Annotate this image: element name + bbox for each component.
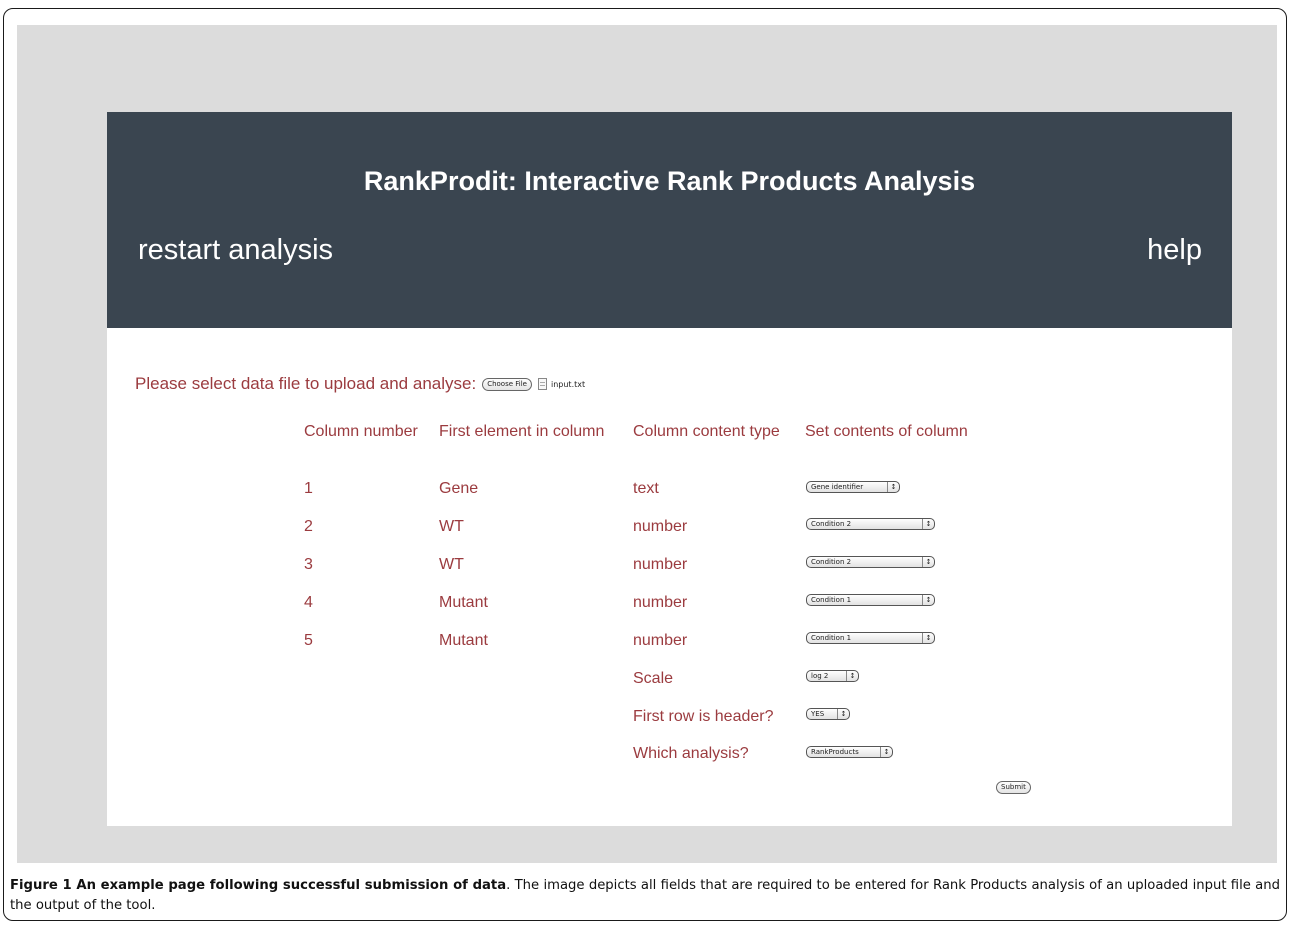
file-icon — [537, 378, 547, 390]
header-row-select[interactable]: YES ↕ — [806, 708, 850, 720]
updown-arrows-icon: ↕ — [887, 482, 899, 492]
row-2-select-value: Condition 2 — [811, 520, 852, 528]
row-3-number: 3 — [304, 556, 313, 573]
row-5-select-value: Condition 1 — [811, 634, 852, 642]
row-1-content-type: text — [633, 480, 659, 497]
row-4-select-value: Condition 1 — [811, 596, 852, 604]
row-3-column-select[interactable]: Condition 2 ↕ — [806, 556, 935, 568]
row-2-content-type: number — [633, 518, 688, 535]
header-set-contents: Set contents of column — [805, 423, 968, 440]
help-link[interactable]: help — [1147, 234, 1202, 267]
row-1-column-select[interactable]: Gene identifier ↕ — [806, 481, 900, 493]
app-title: RankProdit: Interactive Rank Products An… — [363, 166, 976, 196]
row-4-first-element: Mutant — [439, 594, 488, 611]
selected-file-name: input.txt — [550, 379, 586, 389]
upload-row: Please select data file to upload and an… — [135, 374, 585, 394]
analysis-type-select-value: RankProducts — [811, 748, 859, 756]
scale-select-value: log 2 — [811, 672, 829, 680]
app-header: RankProdit: Interactive Rank Products An… — [107, 112, 1232, 328]
header-column-number: Column number — [304, 423, 418, 440]
row-3-content-type: number — [633, 556, 688, 573]
row-1-first-element: Gene — [439, 480, 479, 497]
figure-caption: Figure 1 An example page following succe… — [10, 876, 1280, 916]
row-1-select-value: Gene identifier — [811, 483, 864, 491]
choose-file-button[interactable]: Choose File — [482, 377, 532, 391]
updown-arrows-icon: ↕ — [922, 633, 934, 643]
analysis-type-select[interactable]: RankProducts ↕ — [806, 746, 893, 758]
upload-prompt: Please select data file to upload and an… — [135, 374, 477, 393]
updown-arrows-icon: ↕ — [846, 671, 858, 681]
row-5-content-type: number — [633, 632, 688, 649]
restart-analysis-link[interactable]: restart analysis — [138, 234, 333, 267]
updown-arrows-icon: ↕ — [922, 519, 934, 529]
updown-arrows-icon: ↕ — [880, 747, 892, 757]
row-5-column-select[interactable]: Condition 1 ↕ — [806, 632, 935, 644]
app-window: RankProdit: Interactive Rank Products An… — [107, 112, 1232, 826]
scale-label: Scale — [633, 670, 674, 687]
row-2-column-select[interactable]: Condition 2 ↕ — [806, 518, 935, 530]
caption-title: Figure 1 An example page following succe… — [10, 878, 507, 893]
submit-button[interactable]: Submit — [996, 781, 1031, 794]
updown-arrows-icon: ↕ — [922, 595, 934, 605]
row-1-number: 1 — [304, 480, 313, 497]
updown-arrows-icon: ↕ — [922, 557, 934, 567]
row-4-content-type: number — [633, 594, 688, 611]
scale-select[interactable]: log 2 ↕ — [806, 670, 859, 682]
row-2-number: 2 — [304, 518, 313, 535]
header-first-element: First element in column — [439, 423, 605, 440]
row-4-column-select[interactable]: Condition 1 ↕ — [806, 594, 935, 606]
header-row-select-value: YES — [811, 710, 825, 718]
row-2-first-element: WT — [439, 518, 464, 535]
screenshot-backdrop: RankProdit: Interactive Rank Products An… — [17, 25, 1277, 863]
row-3-select-value: Condition 2 — [811, 558, 852, 566]
header-content-type: Column content type — [633, 423, 780, 440]
analysis-type-label: Which analysis? — [633, 745, 749, 762]
row-3-first-element: WT — [439, 556, 464, 573]
row-5-number: 5 — [304, 632, 313, 649]
row-5-first-element: Mutant — [439, 632, 488, 649]
row-4-number: 4 — [304, 594, 313, 611]
header-row-label: First row is header? — [633, 708, 774, 725]
updown-arrows-icon: ↕ — [837, 709, 849, 719]
